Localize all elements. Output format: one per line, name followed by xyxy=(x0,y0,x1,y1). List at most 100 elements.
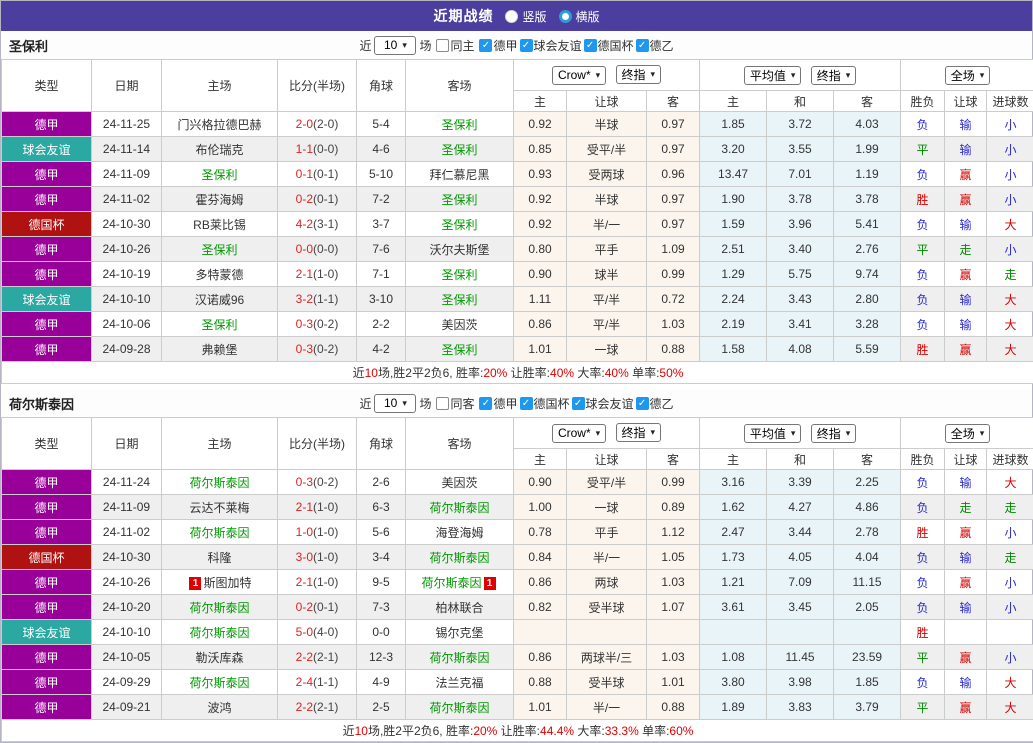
odds-handicap: 受两球 xyxy=(567,162,647,187)
match-count-select[interactable]: 10▾ xyxy=(374,394,416,413)
home-team-name: 门兴格拉德巴赫 xyxy=(177,118,261,132)
avg-select[interactable]: 平均值▾ xyxy=(744,66,802,85)
same-venue-filter[interactable]: 同客 xyxy=(436,395,474,412)
league-checkbox[interactable]: ✓ xyxy=(520,39,533,52)
fulltime-score: 2-1 xyxy=(296,500,313,514)
col-odds-home: 主 xyxy=(514,91,567,112)
away-team: 荷尔斯泰因1 xyxy=(406,570,514,595)
col-away: 客场 xyxy=(406,60,514,112)
league-filter[interactable]: ✓德甲 xyxy=(479,37,517,54)
odds-group-header: Crow*▾ 终指▾ xyxy=(514,418,700,449)
league-filter[interactable]: ✓德国杯 xyxy=(584,37,634,54)
chevron-down-icon: ▾ xyxy=(846,428,851,439)
type-badge: 德甲 xyxy=(2,645,92,670)
odds-handicap: 受半球 xyxy=(567,595,647,620)
avg-away: 2.76 xyxy=(834,237,901,262)
league-checkbox[interactable]: ✓ xyxy=(520,397,533,410)
halftime-score: (0-2) xyxy=(313,317,338,331)
fulltime-select[interactable]: 全场▾ xyxy=(945,66,991,85)
league-checkbox[interactable]: ✓ xyxy=(479,397,492,410)
halftime-score: (2-1) xyxy=(313,700,338,714)
league-filter[interactable]: ✓德乙 xyxy=(636,37,674,54)
home-team-name: 霍芬海姆 xyxy=(195,193,243,207)
halftime-score: (0-1) xyxy=(313,192,338,206)
match-row: 德甲24-11-25门兴格拉德巴赫2-0(2-0)5-4圣保利0.92半球0.9… xyxy=(2,112,1033,137)
away-team: 荷尔斯泰因 xyxy=(406,695,514,720)
fulltime-select[interactable]: 全场▾ xyxy=(945,424,991,443)
corner-score: 2-5 xyxy=(357,695,406,720)
home-team: 霍芬海姆 xyxy=(162,187,278,212)
home-team: 多特蒙德 xyxy=(162,262,278,287)
vertical-layout-option[interactable]: 竖版 xyxy=(505,8,546,25)
avg-final-select[interactable]: 终指▾ xyxy=(811,424,857,443)
league-filter[interactable]: ✓德甲 xyxy=(479,395,517,412)
vertical-radio[interactable] xyxy=(505,10,518,23)
odds-source-select[interactable]: Crow*▾ xyxy=(552,424,606,443)
away-team-name: 荷尔斯泰因 xyxy=(421,576,481,590)
same-venue-filter[interactable]: 同主 xyxy=(436,37,474,54)
away-team-name: 荷尔斯泰因 xyxy=(429,551,489,565)
away-team-name: 圣保利 xyxy=(441,118,477,132)
result-handicap: 输 xyxy=(945,287,987,312)
fulltime-group-header: 全场▾ xyxy=(901,60,1033,91)
col-avg-draw: 和 xyxy=(767,91,834,112)
league-filters: ✓德甲✓球会友谊✓德国杯✓德乙 xyxy=(477,37,673,54)
corner-score: 3-10 xyxy=(357,287,406,312)
home-team-name: 弗赖堡 xyxy=(201,343,237,357)
league-checkbox[interactable]: ✓ xyxy=(479,39,492,52)
league-checkbox[interactable]: ✓ xyxy=(636,397,649,410)
odds-home: 1.01 xyxy=(514,695,567,720)
halftime-score: (1-0) xyxy=(313,267,338,281)
matches-label: 场 xyxy=(419,395,431,412)
away-team: 荷尔斯泰因 xyxy=(406,545,514,570)
away-team: 锡尔克堡 xyxy=(406,620,514,645)
odds-away: 0.88 xyxy=(647,695,700,720)
league-checkbox[interactable]: ✓ xyxy=(636,39,649,52)
odds-final-select[interactable]: 终指▾ xyxy=(616,65,662,84)
league-filter[interactable]: ✓球会友谊 xyxy=(520,37,582,54)
odds-handicap: 平/半 xyxy=(567,287,647,312)
odds-final-select[interactable]: 终指▾ xyxy=(616,423,662,442)
result-handicap: 输 xyxy=(945,595,987,620)
avg-draw: 3.43 xyxy=(767,287,834,312)
away-team: 美因茨 xyxy=(406,470,514,495)
corner-score: 7-3 xyxy=(357,595,406,620)
league-filter[interactable]: ✓球会友谊 xyxy=(572,395,634,412)
fulltime-group-header: 全场▾ xyxy=(901,418,1033,449)
result-goals: 小 xyxy=(987,645,1033,670)
result-handicap: 赢 xyxy=(945,695,987,720)
score: 5-0(4-0) xyxy=(278,620,357,645)
score: 1-0(1-0) xyxy=(278,520,357,545)
league-checkbox[interactable]: ✓ xyxy=(572,397,585,410)
odds-home: 0.85 xyxy=(514,137,567,162)
league-label: 德国杯 xyxy=(598,37,634,54)
chevron-down-icon: ▾ xyxy=(980,70,985,81)
home-team-name: 云达不莱梅 xyxy=(189,501,249,515)
horizontal-layout-option[interactable]: 横版 xyxy=(559,8,600,25)
horizontal-radio[interactable] xyxy=(559,10,572,23)
col-avg-home: 主 xyxy=(700,449,767,470)
away-team-name: 海登海姆 xyxy=(435,526,483,540)
score: 1-1(0-0) xyxy=(278,137,357,162)
home-team-name: 荷尔斯泰因 xyxy=(189,476,249,490)
score: 2-2(2-1) xyxy=(278,645,357,670)
odds-source-select[interactable]: Crow*▾ xyxy=(552,66,606,85)
odds-handicap: 球半 xyxy=(567,262,647,287)
avg-final-select[interactable]: 终指▾ xyxy=(811,66,857,85)
score: 0-3(0-2) xyxy=(278,312,357,337)
avg-select[interactable]: 平均值▾ xyxy=(744,424,802,443)
avg-away: 1.85 xyxy=(834,670,901,695)
home-team-name: 波鸿 xyxy=(207,701,231,715)
odds-handicap: 两球半/三 xyxy=(567,645,647,670)
same-venue-checkbox[interactable] xyxy=(436,397,449,410)
home-team: 荷尔斯泰因 xyxy=(162,620,278,645)
league-checkbox[interactable]: ✓ xyxy=(584,39,597,52)
match-count-select[interactable]: 10▾ xyxy=(374,36,416,55)
avg-draw: 4.27 xyxy=(767,495,834,520)
avg-home: 1.89 xyxy=(700,695,767,720)
league-filter[interactable]: ✓德国杯 xyxy=(520,395,570,412)
corner-score: 6-3 xyxy=(357,495,406,520)
same-venue-checkbox[interactable] xyxy=(436,39,449,52)
col-odds-away: 客 xyxy=(647,449,700,470)
league-filter[interactable]: ✓德乙 xyxy=(636,395,674,412)
